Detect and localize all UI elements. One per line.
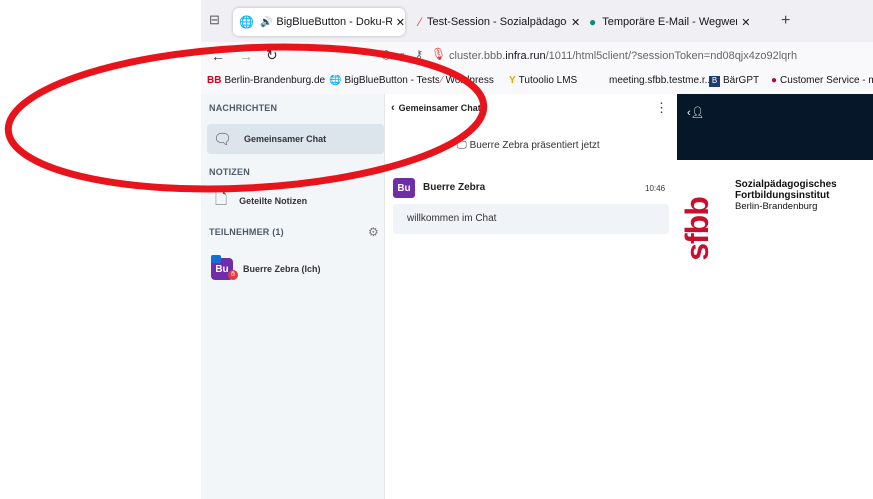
annotation-ellipse-shape [4,43,488,193]
annotation-ellipse [4,43,488,193]
